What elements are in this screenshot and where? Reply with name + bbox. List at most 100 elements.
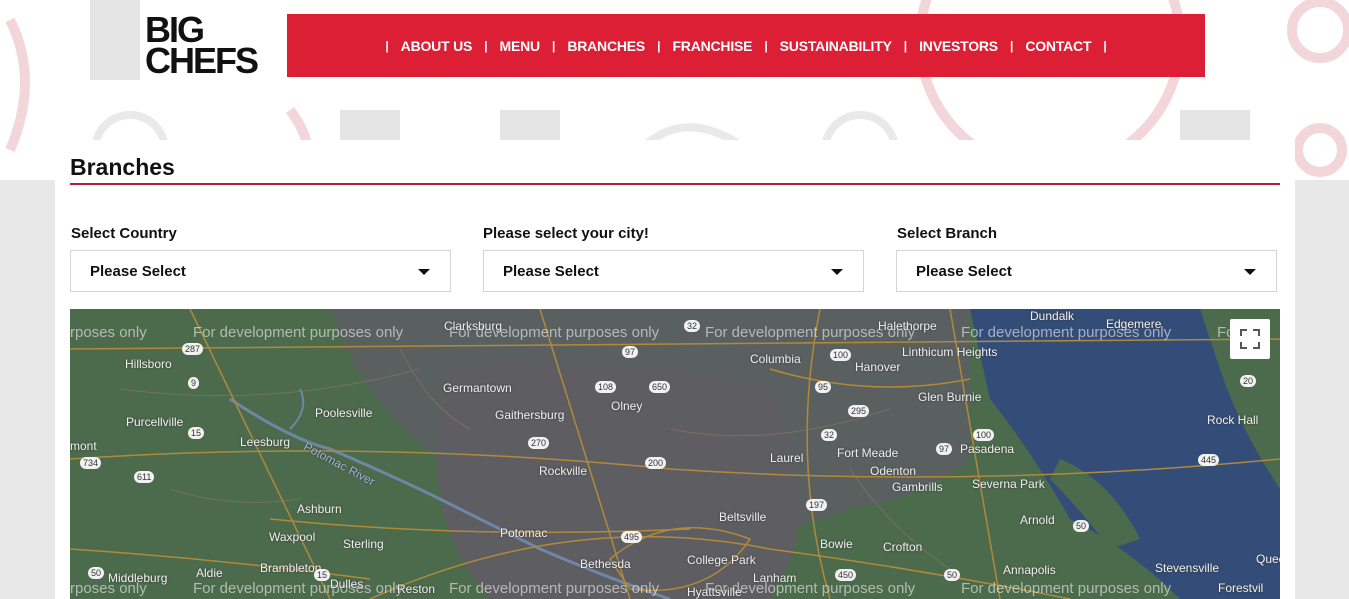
- nav-branches[interactable]: BRANCHES: [567, 38, 645, 54]
- route-shield: 287: [182, 343, 204, 355]
- route-shield: 200: [645, 457, 667, 469]
- map-place-label: Lanham: [753, 571, 797, 585]
- map-place-label: Annapolis: [1003, 563, 1056, 577]
- map-place-label: Gaithersburg: [495, 408, 565, 422]
- route-shield: 32: [821, 429, 838, 441]
- map-place-label: Odenton: [870, 464, 917, 478]
- route-shield: 650: [649, 381, 671, 393]
- map-place-label: Clarksburg: [444, 319, 503, 333]
- nav-separator: |: [385, 38, 389, 53]
- map-place-label: Pasadena: [960, 442, 1015, 456]
- map-place-label: Beltsville: [719, 510, 767, 524]
- city-select-value: Please Select: [503, 263, 599, 280]
- route-shield: 50: [944, 569, 961, 581]
- map-place-label: Quee: [1256, 552, 1280, 566]
- map-place-label: Edgemere: [1106, 317, 1162, 331]
- chevron-down-icon: [418, 269, 430, 275]
- nav-separator: |: [551, 38, 556, 53]
- map-place-label: Bethesda: [580, 557, 631, 571]
- map-place-label: Rock Hall: [1207, 413, 1259, 427]
- map-place-label: Olney: [611, 399, 643, 413]
- map-place-label: Leesburg: [240, 435, 291, 449]
- nav-separator: |: [1103, 38, 1107, 53]
- route-shield: 15: [188, 427, 205, 439]
- map-place-label: Poolesville: [315, 406, 373, 420]
- route-shield: 100: [830, 349, 852, 361]
- map-place-label: Hanover: [855, 360, 901, 374]
- nav-separator: |: [1009, 38, 1014, 53]
- map-place-label: Halethorpe: [878, 319, 937, 333]
- title-divider: [70, 183, 1280, 185]
- map-place-label: Crofton: [883, 540, 923, 554]
- city-select[interactable]: Please Select: [483, 250, 864, 292]
- map-place-label: Dulles: [330, 577, 364, 591]
- map-place-label: Columbia: [750, 352, 801, 366]
- branch-select-value: Please Select: [916, 263, 1012, 280]
- map-watermark: For development purposes only: [961, 580, 1172, 597]
- map-place-label: Waxpool: [269, 530, 316, 544]
- route-shield: 611: [134, 471, 155, 483]
- nav-separator: |: [903, 38, 908, 53]
- nav-sustainability[interactable]: SUSTAINABILITY: [780, 38, 892, 54]
- nav-investors[interactable]: INVESTORS: [919, 38, 998, 54]
- chevron-down-icon: [831, 269, 843, 275]
- route-shield: 495: [621, 531, 643, 543]
- branches-map[interactable]: rposes only For development purposes onl…: [70, 309, 1280, 599]
- country-select[interactable]: Please Select: [70, 250, 451, 292]
- route-shield: 97: [936, 443, 953, 455]
- map-place-label: Hyattsville: [687, 585, 742, 599]
- map-place-label: Forestvil: [1218, 581, 1264, 595]
- map-place-label: Hillsboro: [125, 357, 172, 371]
- map-watermark: For development purposes only: [449, 580, 660, 597]
- route-shield: 9: [188, 377, 200, 389]
- fullscreen-icon: [1240, 329, 1260, 349]
- branch-select[interactable]: Please Select: [896, 250, 1277, 292]
- route-shield: 108: [595, 381, 617, 393]
- map-place-label: Glen Burnie: [918, 390, 982, 404]
- map-terrain: [70, 309, 1280, 599]
- map-watermark: For development purposes only: [193, 580, 404, 597]
- map-watermark: For development purposes only: [193, 324, 404, 341]
- map-place-label: Rockville: [539, 464, 588, 478]
- city-label: Please select your city!: [483, 225, 649, 242]
- nav-menu[interactable]: MENU: [500, 38, 541, 54]
- route-shield: 270: [528, 437, 550, 449]
- branch-label: Select Branch: [897, 225, 998, 242]
- map-place-label: College Park: [687, 553, 756, 567]
- route-shield: 97: [622, 346, 639, 358]
- country-select-value: Please Select: [90, 263, 186, 280]
- route-shield: 50: [88, 567, 105, 579]
- map-place-label: Sterling: [343, 537, 384, 551]
- chevron-down-icon: [1244, 269, 1256, 275]
- nav-separator: |: [484, 38, 488, 53]
- nav-about-us[interactable]: ABOUT US: [401, 38, 473, 54]
- big-chefs-logo[interactable]: BIG CHEFS: [145, 12, 275, 79]
- map-place-label: Aldie: [196, 566, 223, 580]
- map-place-label: Fort Meade: [837, 446, 899, 460]
- page-title: Branches: [70, 154, 175, 180]
- map-place-label: Laurel: [770, 451, 804, 465]
- route-shield: 95: [815, 381, 832, 393]
- main-nav: | ABOUT US | MENU | BRANCHES | FRANCHISE…: [287, 14, 1205, 77]
- nav-contact[interactable]: CONTACT: [1025, 38, 1091, 54]
- route-shield: 50: [1073, 520, 1090, 532]
- map-place-label: Reston: [397, 582, 436, 596]
- map-place-label: Stevensville: [1155, 561, 1220, 575]
- route-shield: 197: [806, 499, 828, 511]
- country-label: Select Country: [71, 225, 177, 242]
- map-place-label: Linthicum Heights: [902, 345, 998, 359]
- map-place-label: Purcellville: [126, 415, 184, 429]
- fullscreen-button[interactable]: [1230, 319, 1270, 359]
- route-shield: 32: [684, 320, 701, 332]
- map-place-label: mont: [70, 439, 97, 453]
- route-shield: 20: [1240, 375, 1257, 387]
- map-place-label: Bowie: [820, 537, 853, 551]
- map-place-label: Arnold: [1020, 513, 1055, 527]
- map-watermark: rposes only: [70, 324, 147, 341]
- map-place-label: Middleburg: [108, 571, 168, 585]
- nav-franchise[interactable]: FRANCHISE: [672, 38, 752, 54]
- route-shield: 100: [973, 429, 995, 441]
- map-place-label: Germantown: [443, 381, 512, 395]
- route-shield: 734: [80, 457, 102, 469]
- map-place-label: Ashburn: [297, 502, 342, 516]
